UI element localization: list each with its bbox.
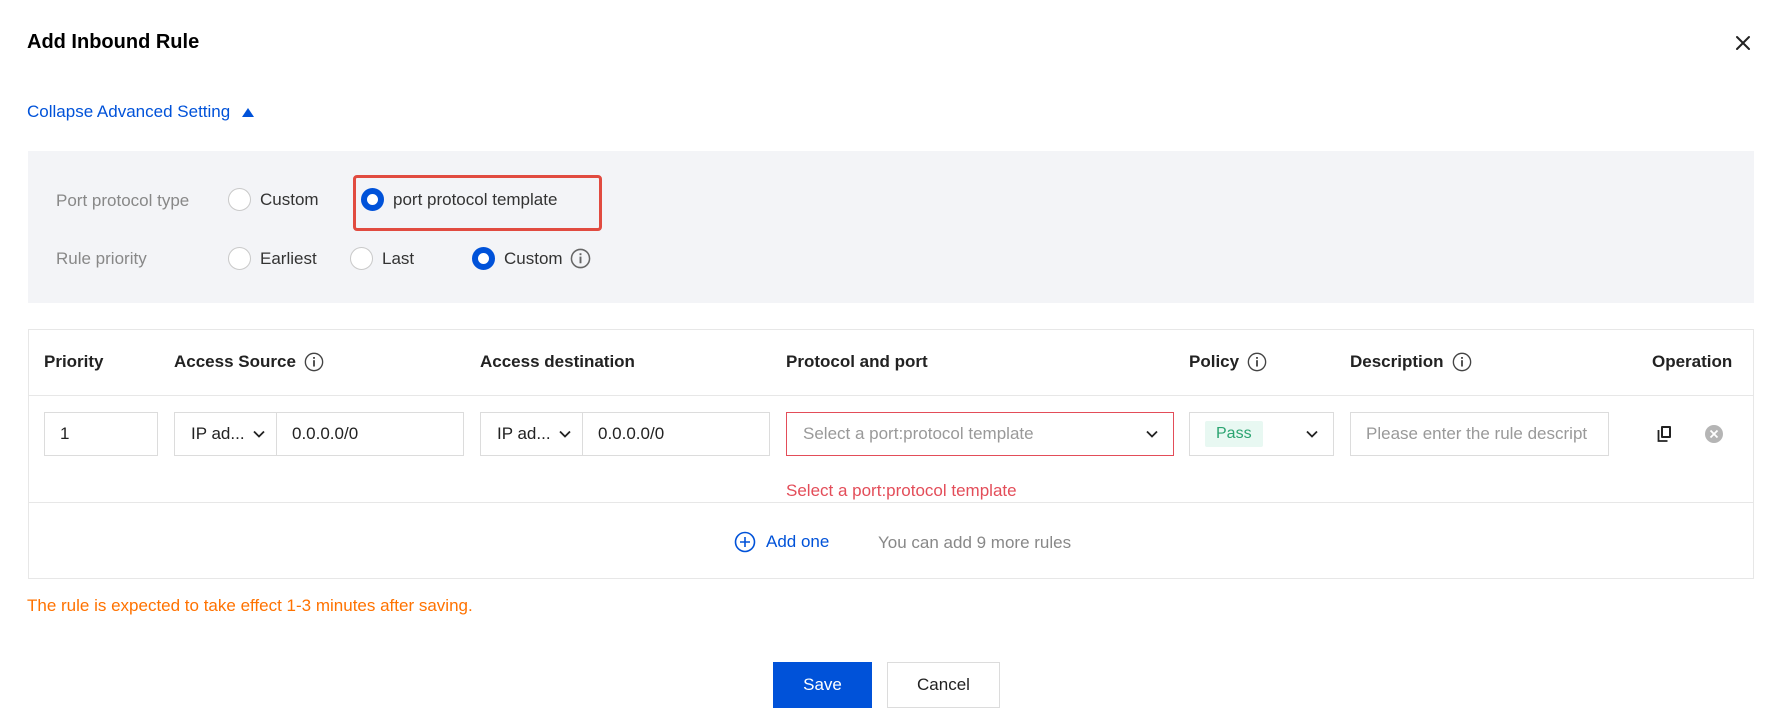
remove-circle-icon[interactable] [1704,424,1724,444]
info-icon[interactable] [1247,352,1267,372]
select-value: IP ad... [497,424,551,443]
header-label: Operation [1652,352,1733,371]
select-placeholder: Select a port:protocol template [803,424,1034,443]
dialog-title: Add Inbound Rule [27,31,200,53]
access-destination-type-select[interactable]: IP ad... [480,412,583,456]
effect-notice: The rule is expected to take effect 1-3 … [27,596,473,615]
header-label: Priority [44,352,104,371]
radio-checked-icon [361,188,384,211]
header-label: Policy [1189,352,1240,371]
remaining-rules-text: You can add 9 more rules [878,533,1072,552]
radio-unchecked-icon [228,188,251,211]
chevron-down-icon [1146,430,1158,438]
column-header-protocol-port: Protocol and port [786,352,928,372]
protocol-error-message: Select a port:protocol template [786,481,1017,500]
radio-label: port protocol template [393,189,558,209]
header-label: Access destination [480,352,635,371]
policy-pass-tag: Pass [1205,421,1263,447]
add-rule-row: Add one You can add 9 more rules [29,504,1753,580]
column-header-policy: Policy [1189,352,1267,372]
radio-label: Last [382,248,415,268]
cancel-button[interactable]: Cancel [887,662,1000,708]
column-header-priority: Priority [44,352,104,372]
collapse-advanced-setting-link[interactable]: Collapse Advanced Setting [27,102,255,122]
table-header: Priority Access Source Access destinatio… [29,330,1753,396]
close-icon[interactable] [1732,32,1754,54]
chevron-down-icon [559,430,571,438]
add-circle-icon [734,531,756,553]
add-inbound-rule-dialog: Add Inbound Rule Collapse Advanced Setti… [0,0,1771,721]
access-source-input[interactable]: 0.0.0.0/0 [276,412,464,456]
access-destination-input[interactable]: 0.0.0.0/0 [582,412,770,456]
column-header-operation: Operation [1652,352,1732,372]
chevron-down-icon [1306,430,1318,438]
radio-priority-custom[interactable]: Custom [472,247,591,270]
header-label: Protocol and port [786,352,928,371]
header-label: Access Source [174,352,296,371]
column-header-description: Description [1350,352,1472,372]
add-one-label: Add one [766,532,830,551]
table-row: 1 IP ad... 0.0.0.0/0 IP ad... 0.0.0.0/0 … [29,396,1753,503]
chevron-down-icon [253,430,265,438]
port-protocol-type-label: Port protocol type [56,191,190,210]
caret-up-icon [242,107,255,117]
radio-unchecked-icon [228,247,251,270]
radio-port-protocol-template[interactable]: port protocol template [361,188,557,211]
radio-priority-last[interactable]: Last [350,247,414,270]
radio-label: Custom [504,248,563,268]
radio-checked-icon [472,247,495,270]
policy-select[interactable]: Pass [1189,412,1334,456]
priority-input[interactable]: 1 [44,412,158,456]
column-header-access-destination: Access destination [480,352,635,372]
radio-label: Earliest [260,248,317,268]
advanced-settings-panel [28,151,1754,303]
header-label: Description [1350,352,1444,371]
protocol-template-select[interactable]: Select a port:protocol template [786,412,1174,456]
radio-unchecked-icon [350,247,373,270]
description-input[interactable]: Please enter the rule descript [1350,412,1609,456]
radio-label: Custom [260,189,319,209]
rule-priority-label: Rule priority [56,249,147,268]
save-button[interactable]: Save [773,662,872,708]
rules-table: Priority Access Source Access destinatio… [28,329,1754,579]
access-source-type-select[interactable]: IP ad... [174,412,277,456]
info-icon[interactable] [1452,352,1472,372]
info-icon[interactable] [304,352,324,372]
radio-priority-earliest[interactable]: Earliest [228,247,317,270]
copy-icon[interactable] [1655,424,1675,444]
column-header-access-source: Access Source [174,352,324,372]
select-value: IP ad... [191,424,245,443]
collapse-advanced-label: Collapse Advanced Setting [27,102,231,121]
add-one-button[interactable]: Add one [734,531,829,553]
radio-port-custom[interactable]: Custom [228,188,319,211]
info-icon[interactable] [570,248,591,269]
